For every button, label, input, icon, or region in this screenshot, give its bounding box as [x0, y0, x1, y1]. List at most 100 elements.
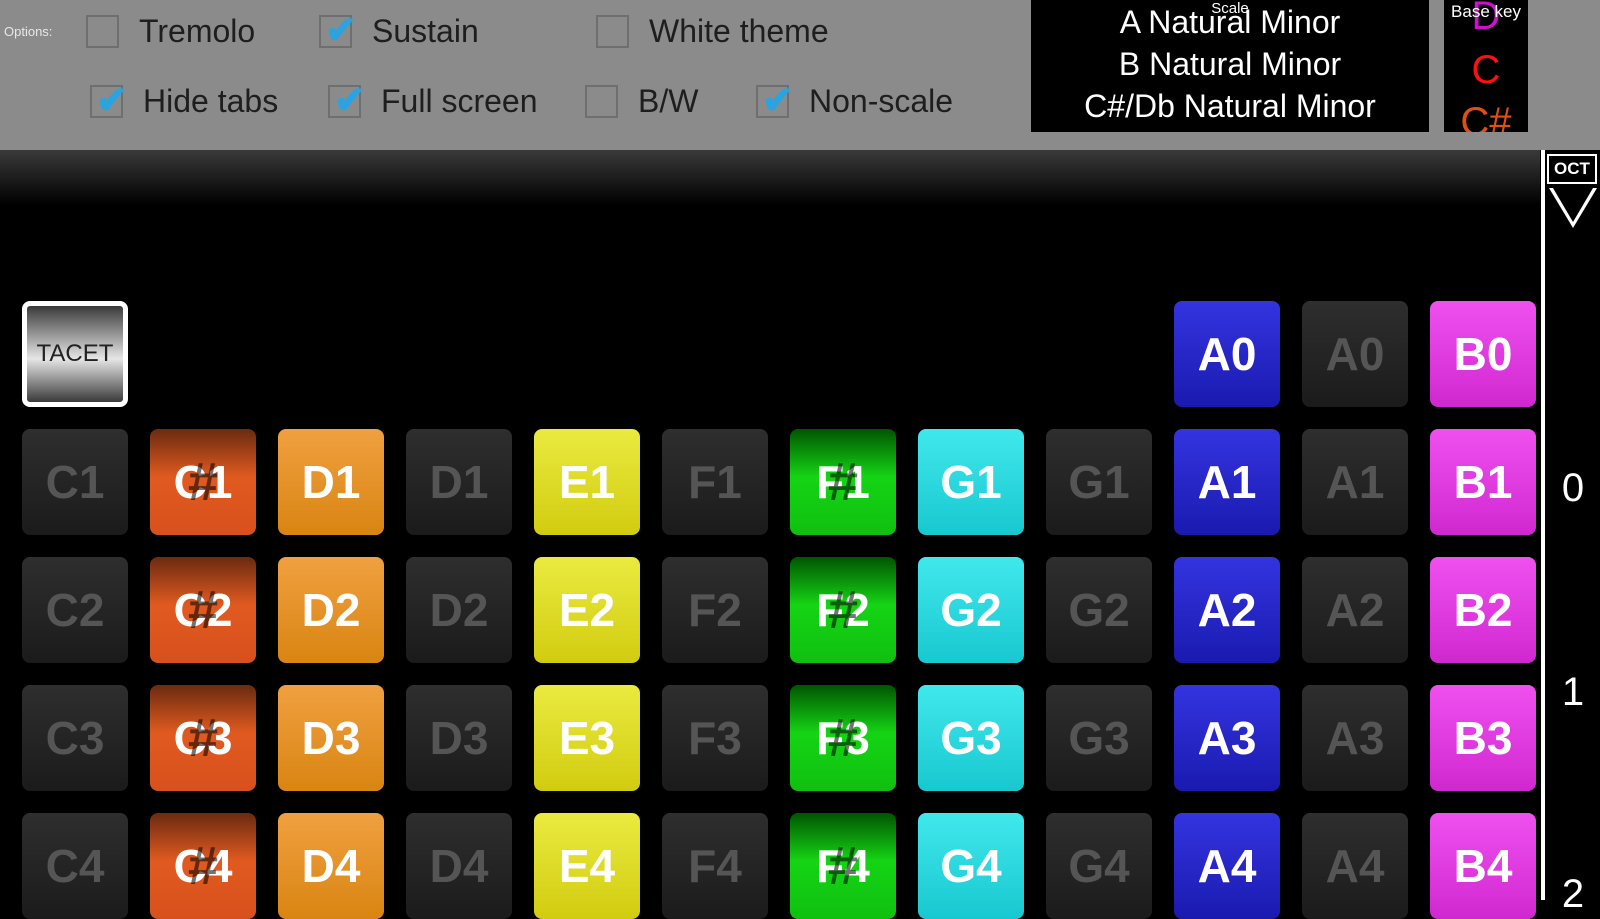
- option-full-screen[interactable]: ✔ Full screen: [328, 80, 538, 122]
- key-b2[interactable]: B2: [1430, 557, 1536, 663]
- key-a4[interactable]: A4: [1174, 813, 1280, 919]
- key-g-sharp4[interactable]: G4: [1046, 813, 1152, 919]
- key-label: B3: [1453, 712, 1513, 764]
- full-screen-checkbox[interactable]: ✔: [328, 80, 366, 122]
- key-g-sharp1[interactable]: G1: [1046, 429, 1152, 535]
- option-tremolo[interactable]: Tremolo: [86, 13, 255, 50]
- key-a0[interactable]: A0: [1174, 301, 1280, 407]
- key-a-sharp2[interactable]: A2: [1302, 557, 1408, 663]
- key-g3[interactable]: G3: [918, 685, 1024, 791]
- scale-picker[interactable]: Scale A Natural Minor B Natural Minor C#…: [1031, 0, 1429, 132]
- key-label: C4: [45, 840, 105, 892]
- key-a1[interactable]: A1: [1174, 429, 1280, 535]
- scale-option-selected[interactable]: B Natural Minor: [1031, 46, 1429, 83]
- sustain-checkbox[interactable]: ✔: [319, 10, 357, 52]
- octave-label: OCT: [1547, 154, 1597, 184]
- key-d-sharp1[interactable]: D1: [406, 429, 512, 535]
- non-scale-checkbox[interactable]: ✔: [756, 80, 794, 122]
- key-e2[interactable]: E2: [534, 557, 640, 663]
- key-f-sharp4[interactable]: F4 #: [790, 813, 896, 919]
- key-a-sharp1[interactable]: A1: [1302, 429, 1408, 535]
- key-a2[interactable]: A2: [1174, 557, 1280, 663]
- key-d1[interactable]: D1: [278, 429, 384, 535]
- key-label: D2: [429, 584, 489, 636]
- key-f1[interactable]: F1: [662, 429, 768, 535]
- key-a3[interactable]: A3: [1174, 685, 1280, 791]
- hide-tabs-checkbox[interactable]: ✔: [90, 80, 128, 122]
- option-bw[interactable]: B/W: [585, 83, 698, 120]
- key-a-sharp4[interactable]: A4: [1302, 813, 1408, 919]
- tremolo-checkbox[interactable]: [86, 15, 119, 48]
- sharp-icon: #: [187, 580, 219, 640]
- key-label: A0: [1325, 328, 1385, 380]
- key-label: F2: [688, 584, 742, 636]
- key-f-sharp2[interactable]: F2 #: [790, 557, 896, 663]
- key-d-sharp4[interactable]: D4: [406, 813, 512, 919]
- base-key-picker[interactable]: D Base key C C#: [1444, 0, 1528, 132]
- hide-tabs-label: Hide tabs: [143, 83, 279, 119]
- key-label: A1: [1197, 456, 1257, 508]
- key-b0[interactable]: B0: [1430, 301, 1536, 407]
- sustain-label: Sustain: [372, 13, 479, 49]
- octave-number: 0: [1561, 466, 1585, 510]
- scale-option[interactable]: C#/Db Natural Minor: [1031, 88, 1429, 125]
- white-theme-checkbox[interactable]: [596, 15, 629, 48]
- key-f4[interactable]: F4: [662, 813, 768, 919]
- key-label: B0: [1453, 328, 1513, 380]
- key-label: A2: [1197, 584, 1257, 636]
- key-c3[interactable]: C3: [22, 685, 128, 791]
- check-icon: ✔: [96, 80, 128, 122]
- key-b3[interactable]: B3: [1430, 685, 1536, 791]
- key-c1[interactable]: C1: [22, 429, 128, 535]
- key-d-sharp3[interactable]: D3: [406, 685, 512, 791]
- full-screen-label: Full screen: [381, 83, 538, 119]
- key-b1[interactable]: B1: [1430, 429, 1536, 535]
- key-c-sharp3[interactable]: C3 #: [150, 685, 256, 791]
- key-c-sharp2[interactable]: C2 #: [150, 557, 256, 663]
- bw-checkbox[interactable]: [585, 85, 618, 118]
- key-f2[interactable]: F2: [662, 557, 768, 663]
- key-g-sharp3[interactable]: G3: [1046, 685, 1152, 791]
- key-b4[interactable]: B4: [1430, 813, 1536, 919]
- key-f-sharp3[interactable]: F3 #: [790, 685, 896, 791]
- base-key-option[interactable]: C#: [1444, 100, 1528, 132]
- key-e4[interactable]: E4: [534, 813, 640, 919]
- key-label: E3: [558, 712, 616, 764]
- key-c4[interactable]: C4: [22, 813, 128, 919]
- base-key-option-selected[interactable]: C: [1444, 48, 1528, 93]
- key-label: G1: [940, 456, 1002, 508]
- option-sustain[interactable]: ✔ Sustain: [319, 10, 479, 52]
- key-e1[interactable]: E1: [534, 429, 640, 535]
- sharp-icon: #: [187, 452, 219, 512]
- option-white-theme[interactable]: White theme: [596, 13, 829, 50]
- key-g2[interactable]: G2: [918, 557, 1024, 663]
- key-d2[interactable]: D2: [278, 557, 384, 663]
- check-icon: ✔: [334, 80, 366, 122]
- key-c2[interactable]: C2: [22, 557, 128, 663]
- key-g-sharp2[interactable]: G2: [1046, 557, 1152, 663]
- base-key-title: Base key: [1451, 2, 1521, 21]
- octave-arrow-inner: [1553, 188, 1593, 222]
- key-label: B1: [1453, 456, 1513, 508]
- key-d-sharp2[interactable]: D2: [406, 557, 512, 663]
- key-e3[interactable]: E3: [534, 685, 640, 791]
- key-f-sharp1[interactable]: F1 #: [790, 429, 896, 535]
- option-hide-tabs[interactable]: ✔ Hide tabs: [90, 80, 279, 122]
- tacet-label: TACET: [36, 340, 114, 367]
- scale-option[interactable]: A Natural Minor: [1031, 4, 1429, 41]
- key-d4[interactable]: D4: [278, 813, 384, 919]
- key-label: D4: [301, 840, 361, 892]
- key-f3[interactable]: F3: [662, 685, 768, 791]
- option-non-scale[interactable]: ✔ Non-scale: [756, 80, 953, 122]
- key-d3[interactable]: D3: [278, 685, 384, 791]
- key-c-sharp4[interactable]: C4 #: [150, 813, 256, 919]
- tremolo-label: Tremolo: [139, 13, 256, 49]
- key-c-sharp1[interactable]: C1 #: [150, 429, 256, 535]
- key-g1[interactable]: G1: [918, 429, 1024, 535]
- octave-scroller[interactable]: [1541, 150, 1600, 900]
- key-g4[interactable]: G4: [918, 813, 1024, 919]
- key-a-sharp0[interactable]: A0: [1302, 301, 1408, 407]
- key-label: G1: [1068, 456, 1130, 508]
- key-a-sharp3[interactable]: A3: [1302, 685, 1408, 791]
- tacet-button[interactable]: TACET: [22, 301, 128, 407]
